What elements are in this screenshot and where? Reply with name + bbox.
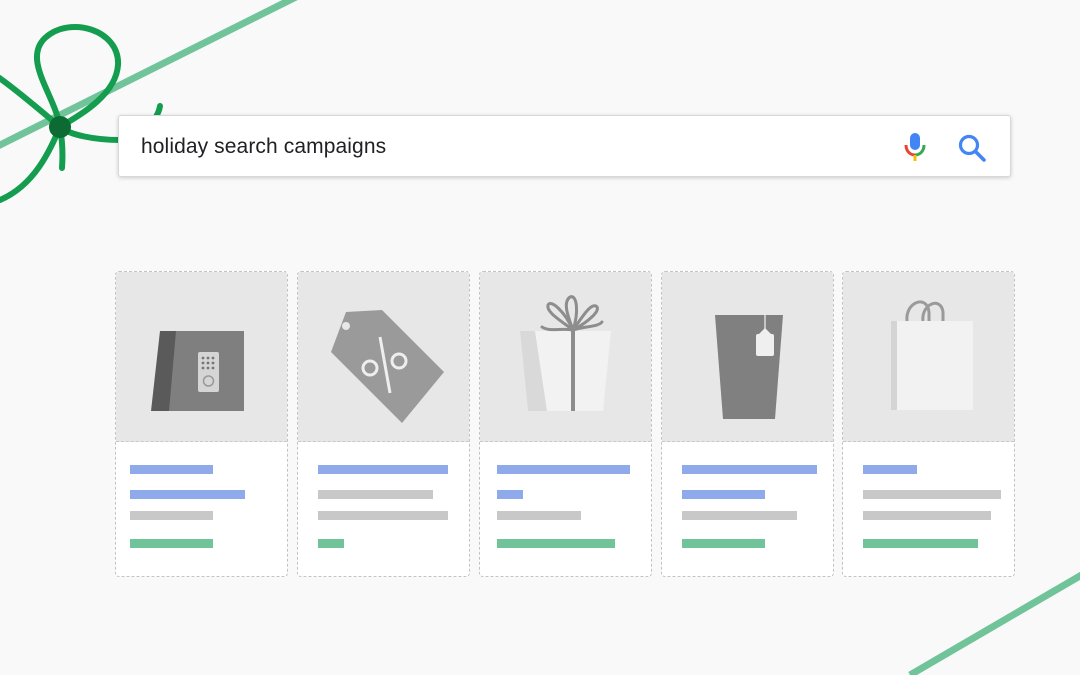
shopping-bag-icon	[891, 300, 973, 410]
result-card[interactable]	[661, 271, 834, 577]
search-input[interactable]: holiday search campaigns	[141, 116, 386, 178]
result-card[interactable]	[297, 271, 470, 577]
result-image	[298, 272, 469, 442]
search-icon[interactable]	[957, 133, 987, 163]
result-card[interactable]	[115, 271, 288, 577]
result-card[interactable]	[842, 271, 1015, 577]
result-image	[116, 272, 287, 442]
result-image	[662, 272, 833, 442]
result-card[interactable]	[479, 271, 652, 577]
bow-knot	[49, 116, 71, 138]
smart-lock-icon	[151, 331, 244, 411]
cup-icon	[715, 315, 783, 419]
result-image	[843, 272, 1014, 442]
gift-box-icon	[520, 295, 611, 411]
search-box[interactable]: holiday search campaigns	[118, 115, 1011, 177]
result-image	[480, 272, 651, 442]
discount-tag-icon	[331, 310, 444, 423]
microphone-icon[interactable]	[903, 132, 927, 162]
